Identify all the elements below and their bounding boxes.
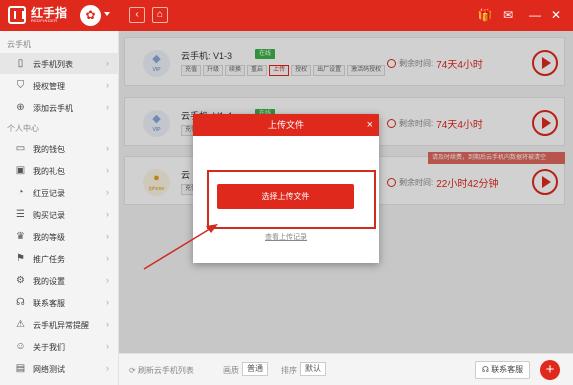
receipt-icon: ☰ bbox=[16, 209, 25, 220]
headset-icon: ☊ bbox=[481, 365, 492, 374]
sidebar-item-label: 云手机列表 bbox=[33, 60, 73, 69]
quality-select[interactable]: 普通 bbox=[242, 362, 268, 376]
sidebar-item-level[interactable]: ♛ 我的等级 › bbox=[0, 226, 119, 247]
sidebar-item-label: 网络测试 bbox=[33, 365, 65, 374]
bottom-bar: ⟳ 刷新云手机列表 画质 普通 排序 默认 ☊ 联系客服 + bbox=[119, 353, 573, 385]
chevron-right-icon: › bbox=[106, 80, 109, 90]
warning-icon: ⚠ bbox=[16, 319, 25, 330]
sort-label: 排序 bbox=[281, 366, 297, 375]
sidebar-item-beans[interactable]: ◔ 红豆记录 › bbox=[0, 182, 119, 203]
chevron-right-icon: › bbox=[106, 231, 109, 241]
back-icon[interactable]: ‹ bbox=[129, 7, 145, 23]
mail-icon[interactable]: ✉ bbox=[500, 7, 516, 23]
document-icon: ▤ bbox=[15, 363, 26, 374]
sidebar-item-label: 我的设置 bbox=[33, 277, 65, 286]
gear-icon: ⚙ bbox=[16, 275, 25, 286]
brand-logo: 红手指 REDFINGER bbox=[8, 6, 67, 24]
headset-icon: ☊ bbox=[16, 297, 25, 308]
chevron-right-icon: › bbox=[106, 275, 109, 285]
chevron-right-icon: › bbox=[106, 209, 109, 219]
sidebar-item-about[interactable]: ☺ 关于我们 › bbox=[0, 336, 119, 357]
sidebar-item-label: 添加云手机 bbox=[33, 104, 73, 113]
sidebar-item-purchases[interactable]: ☰ 购买记录 › bbox=[0, 204, 119, 225]
gift-icon: ▣ bbox=[15, 165, 26, 176]
shield-icon: ⛉ bbox=[16, 80, 25, 91]
brand-mark-icon bbox=[8, 6, 26, 24]
chevron-right-icon: › bbox=[106, 319, 109, 329]
sidebar-item-label: 授权管理 bbox=[33, 82, 65, 91]
sidebar-section-personal: 个人中心 bbox=[7, 124, 39, 133]
dialog-title: 上传文件 bbox=[193, 114, 379, 136]
chevron-right-icon: › bbox=[106, 297, 109, 307]
select-upload-file-button[interactable]: 选择上传文件 bbox=[217, 184, 354, 209]
contact-support-label: 联系客服 bbox=[491, 365, 524, 374]
wallet-icon: ▭ bbox=[15, 143, 26, 154]
phone-icon: ▯ bbox=[17, 58, 24, 69]
chevron-right-icon: › bbox=[106, 187, 109, 197]
avatar[interactable]: ✿ bbox=[80, 5, 101, 26]
close-icon[interactable]: ✕ bbox=[548, 7, 564, 23]
sidebar-item-label: 我的礼包 bbox=[33, 167, 65, 176]
smile-icon: ☺ bbox=[15, 341, 26, 352]
sidebar-item-label: 推广任务 bbox=[33, 255, 65, 264]
sidebar-item-label: 我的钱包 bbox=[33, 145, 65, 154]
sidebar-item-label: 联系客服 bbox=[33, 299, 65, 308]
sidebar-item-wallet[interactable]: ▭ 我的钱包 › bbox=[0, 138, 119, 159]
add-phone-button[interactable]: + bbox=[540, 360, 560, 380]
sidebar-item-network-test[interactable]: ▤ 网络测试 › bbox=[0, 358, 119, 379]
refresh-label: 刷新云手机列表 bbox=[137, 366, 194, 375]
quality-label: 画质 bbox=[223, 366, 239, 375]
chevron-right-icon: › bbox=[106, 58, 109, 68]
chevron-right-icon: › bbox=[106, 341, 109, 351]
sidebar-item-label: 红豆记录 bbox=[33, 189, 65, 198]
bean-icon: ◔ bbox=[17, 187, 24, 198]
close-icon[interactable]: × bbox=[367, 114, 373, 136]
sidebar-item-label: 云手机异常提醒 bbox=[33, 321, 89, 330]
sidebar-item-add-phone[interactable]: ⊕ 添加云手机 › bbox=[0, 97, 119, 118]
sidebar: 云手机 ▯ 云手机列表 › ⛉ 授权管理 › ⊕ 添加云手机 › 个人中心 ▭ … bbox=[0, 31, 119, 385]
chevron-right-icon: › bbox=[106, 253, 109, 263]
sidebar-item-phone-list[interactable]: ▯ 云手机列表 › bbox=[0, 53, 119, 74]
sidebar-item-tasks[interactable]: ⚑ 推广任务 › bbox=[0, 248, 119, 269]
sidebar-item-settings[interactable]: ⚙ 我的设置 › bbox=[0, 270, 119, 291]
chevron-right-icon: › bbox=[106, 102, 109, 112]
flag-icon: ⚑ bbox=[16, 253, 25, 264]
sidebar-item-label: 我的等级 bbox=[33, 233, 65, 242]
sidebar-section-phone: 云手机 bbox=[7, 40, 31, 49]
chevron-right-icon: › bbox=[106, 165, 109, 175]
chevron-down-icon[interactable] bbox=[104, 12, 110, 16]
sidebar-item-auth[interactable]: ⛉ 授权管理 › bbox=[0, 75, 119, 96]
sidebar-item-support[interactable]: ☊ 联系客服 › bbox=[0, 292, 119, 313]
chevron-right-icon: › bbox=[106, 143, 109, 153]
contact-support-button[interactable]: ☊ 联系客服 bbox=[475, 361, 530, 379]
crown-icon: ♛ bbox=[16, 231, 25, 242]
chevron-right-icon: › bbox=[106, 363, 109, 373]
gift-icon[interactable]: 🎁 bbox=[477, 7, 493, 23]
refresh-button[interactable]: ⟳ 刷新云手机列表 bbox=[129, 365, 194, 376]
sidebar-item-alerts[interactable]: ⚠ 云手机异常提醒 › bbox=[0, 314, 119, 335]
title-bar: 红手指 REDFINGER ✿ ‹ ⌂ 🎁 ✉ — ✕ bbox=[0, 0, 573, 31]
sort-select[interactable]: 默认 bbox=[300, 362, 326, 376]
sidebar-item-label: 购买记录 bbox=[33, 211, 65, 220]
view-upload-records-link[interactable]: 查看上传记录 bbox=[193, 232, 379, 242]
home-icon[interactable]: ⌂ bbox=[152, 7, 168, 23]
minimize-icon[interactable]: — bbox=[527, 7, 543, 23]
sidebar-item-label: 关于我们 bbox=[33, 343, 65, 352]
refresh-icon: ⟳ bbox=[129, 366, 138, 375]
plus-circle-icon: ⊕ bbox=[16, 102, 25, 113]
sidebar-item-gifts[interactable]: ▣ 我的礼包 › bbox=[0, 160, 119, 181]
